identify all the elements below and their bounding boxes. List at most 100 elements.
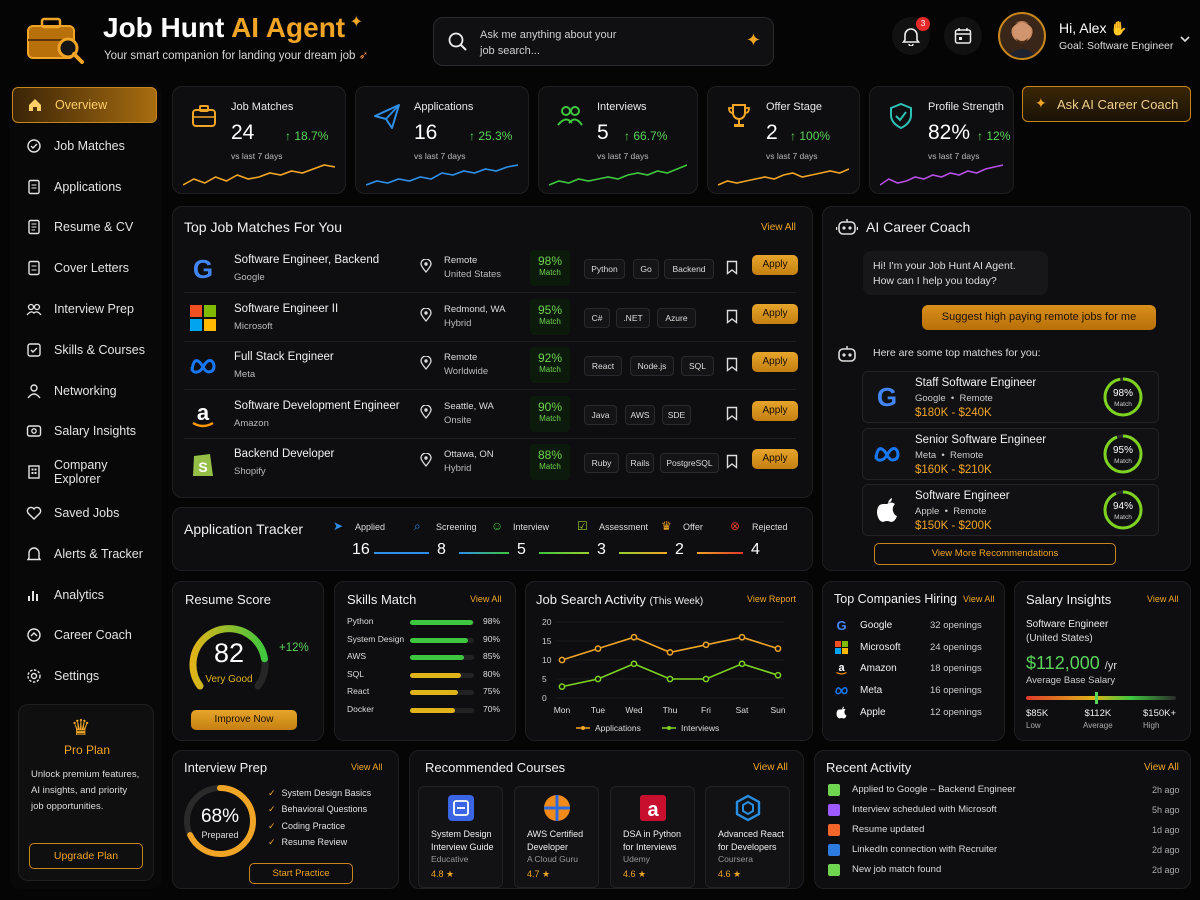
- data-point[interactable]: [774, 645, 782, 652]
- sidebar-item-career-coach[interactable]: Career Coach: [12, 617, 157, 653]
- data-point[interactable]: [558, 656, 566, 664]
- sidebar-item-job-matches[interactable]: Job Matches: [12, 128, 157, 164]
- improve-now-button[interactable]: Improve Now: [191, 710, 297, 730]
- company-row[interactable]: a Amazon 18 openings: [834, 661, 984, 681]
- course-card[interactable]: Advanced React for Developers Coursera 4.6 …: [705, 786, 790, 888]
- data-point[interactable]: [738, 633, 746, 641]
- job-row[interactable]: Software Engineer II Microsoft Redmond, WA…: [184, 295, 804, 341]
- stat-card-applications[interactable]: Applications 16 ↑ 25.3% vs last 7 days: [355, 86, 529, 194]
- stat-card-interviews[interactable]: Interviews 5 ↑ 66.7% vs last 7 days: [538, 86, 698, 194]
- chevron-down-icon[interactable]: [1180, 34, 1190, 44]
- activity-item[interactable]: LinkedIn connection with Recruiter 2d ago: [828, 843, 1184, 863]
- recommended-job-card[interactable]: Senior Software Engineer Meta • Remote $16…: [862, 427, 1159, 480]
- search-box[interactable]: Ask me anything about your job search... …: [433, 17, 774, 66]
- notification-button[interactable]: 3: [892, 17, 930, 55]
- recommended-job-card[interactable]: Software Engineer Apple • Remote $150K - $…: [862, 484, 1159, 536]
- avatar[interactable]: [998, 12, 1046, 60]
- companies-view-all[interactable]: View All: [963, 594, 994, 604]
- company-row[interactable]: G Google 32 openings: [834, 618, 984, 638]
- job-row[interactable]: Full Stack Engineer Meta Remote Worldwide 92…: [184, 343, 804, 389]
- course-card[interactable]: System Design Interview Guide Educative 4.8…: [418, 786, 503, 888]
- company-row[interactable]: Apple 12 openings: [834, 705, 984, 725]
- data-point[interactable]: [630, 633, 638, 641]
- sidebar-item-interview-prep[interactable]: Interview Prep: [12, 291, 157, 327]
- course-card[interactable]: a DSA in Python for Interviews Udemy 4.6 ★: [610, 786, 695, 888]
- data-point[interactable]: [702, 641, 710, 649]
- sidebar-item-alerts-tracker[interactable]: Alerts & Tracker: [12, 536, 157, 572]
- skills-view-all[interactable]: View All: [470, 594, 501, 604]
- job-title[interactable]: Backend Developer: [234, 448, 334, 460]
- apply-button[interactable]: Apply: [752, 400, 798, 421]
- sparkle-icon[interactable]: ✦: [746, 30, 761, 51]
- job-row[interactable]: S Backend Developer Shopify Ottawa, ON Hybri…: [184, 440, 804, 486]
- bookmark-icon[interactable]: [726, 357, 738, 372]
- sidebar-item-skills-courses[interactable]: Skills & Courses: [12, 332, 157, 368]
- salary-view-all[interactable]: View All: [1147, 594, 1178, 604]
- data-point[interactable]: [666, 675, 674, 683]
- sidebar-item-cover-letters[interactable]: Cover Letters: [12, 250, 157, 286]
- sidebar-item-networking[interactable]: Networking: [12, 373, 157, 409]
- sidebar-item-salary-insights[interactable]: Salary Insights: [12, 413, 157, 449]
- stat-card-offer-stage[interactable]: Offer Stage 2 ↑ 100% vs last 7 days: [707, 86, 860, 194]
- bookmark-icon[interactable]: [726, 260, 738, 275]
- apply-button[interactable]: Apply: [752, 255, 798, 275]
- company-name: Meta: [860, 685, 883, 697]
- apply-button[interactable]: Apply: [752, 449, 798, 469]
- ask-coach-button[interactable]: ✦ Ask AI Career Coach: [1022, 86, 1191, 122]
- job-row[interactable]: G Software Engineer, Backend Google Remote U…: [184, 246, 804, 292]
- sidebar-item-analytics[interactable]: Analytics: [12, 577, 157, 613]
- company-row[interactable]: Meta 16 openings: [834, 683, 984, 703]
- data-point[interactable]: [558, 683, 566, 690]
- recent-view-all[interactable]: View All: [1144, 762, 1179, 773]
- bell-icon: [26, 547, 42, 560]
- job-title[interactable]: Full Stack Engineer: [234, 351, 334, 363]
- activity-item[interactable]: Interview scheduled with Microsoft 5h ago: [828, 803, 1184, 823]
- data-point[interactable]: [702, 675, 710, 683]
- apply-button[interactable]: Apply: [752, 352, 798, 372]
- prep-item[interactable]: ✓ Behavioral Questions: [268, 804, 367, 815]
- calendar-button[interactable]: [944, 17, 982, 55]
- view-more-recommendations-button[interactable]: View More Recommendations: [874, 543, 1116, 565]
- prep-item[interactable]: ✓ System Design Basics: [268, 788, 371, 799]
- y-tick-label: 10: [542, 655, 552, 665]
- bookmark-icon[interactable]: [726, 454, 738, 469]
- sidebar-item-saved-jobs[interactable]: Saved Jobs: [12, 495, 157, 531]
- courses-view-all[interactable]: View All: [753, 762, 788, 773]
- job-title[interactable]: Software Engineer, Backend: [234, 254, 379, 266]
- course-card[interactable]: AWS Certified Developer A Cloud Guru 4.7 ★: [514, 786, 599, 888]
- view-report-link[interactable]: View Report: [747, 594, 796, 604]
- data-point[interactable]: [738, 660, 746, 668]
- sidebar-item-settings[interactable]: Settings: [12, 658, 157, 694]
- job-title[interactable]: Software Development Engineer: [234, 400, 400, 412]
- activity-item[interactable]: Resume updated 1d ago: [828, 823, 1184, 843]
- upgrade-plan-button[interactable]: Upgrade Plan: [29, 843, 143, 869]
- activity-item[interactable]: New job match found 2d ago: [828, 863, 1184, 883]
- sidebar-item-overview[interactable]: Overview: [12, 87, 157, 123]
- data-point[interactable]: [594, 645, 602, 652]
- job-row[interactable]: a Software Development Engineer Amazon Seat…: [184, 392, 804, 438]
- sparkline: [366, 164, 518, 186]
- coach-title: AI Career Coach: [866, 219, 971, 235]
- prep-item[interactable]: ✓ Coding Practice: [268, 821, 345, 832]
- top-matches-view-all[interactable]: View All: [761, 222, 796, 233]
- sidebar-item-applications[interactable]: Applications: [12, 169, 157, 205]
- stat-card-profile-strength[interactable]: Profile Strength 82% ↑ 12% vs last 7 days: [869, 86, 1014, 194]
- start-practice-button[interactable]: Start Practice: [249, 863, 353, 884]
- data-point[interactable]: [666, 649, 674, 656]
- data-point[interactable]: [630, 660, 638, 668]
- recommended-job-card[interactable]: G Staff Software Engineer Google • Remote $…: [862, 371, 1159, 423]
- data-point[interactable]: [594, 675, 602, 683]
- bookmark-icon[interactable]: [726, 406, 738, 421]
- stat-card-job-matches[interactable]: Job Matches 24 ↑ 18.7% vs last 7 days: [172, 86, 346, 194]
- company-row[interactable]: Microsoft 24 openings: [834, 640, 984, 660]
- apply-button[interactable]: Apply: [752, 303, 798, 324]
- interview-view-all[interactable]: View All: [351, 762, 382, 772]
- data-point[interactable]: [774, 671, 782, 679]
- activity-item[interactable]: Applied to Google – Backend Engineer 2h a…: [828, 783, 1184, 803]
- skill-bar-fill: [410, 690, 458, 695]
- job-title[interactable]: Software Engineer II: [234, 303, 338, 315]
- prep-item[interactable]: ✓ Resume Review: [268, 837, 347, 848]
- bookmark-icon[interactable]: [726, 309, 738, 324]
- sidebar-item-company-explorer[interactable]: Company Explorer: [12, 454, 157, 490]
- sidebar-item-resume-cv[interactable]: Resume & CV: [12, 209, 157, 245]
